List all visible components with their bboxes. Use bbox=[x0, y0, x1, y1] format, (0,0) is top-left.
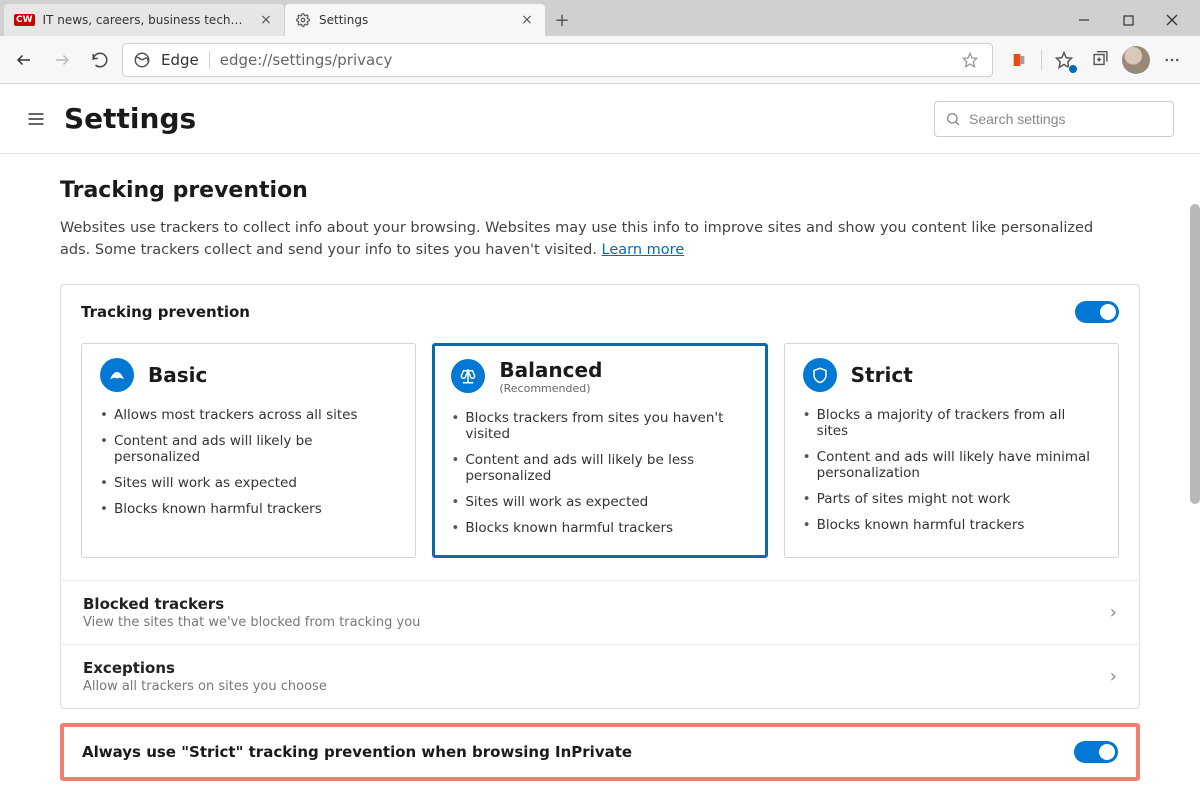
search-settings-input[interactable] bbox=[969, 111, 1163, 127]
level-bullets: Allows most trackers across all sites Co… bbox=[100, 402, 397, 522]
favorites-icon[interactable] bbox=[1050, 46, 1078, 74]
tracking-prevention-toggle[interactable] bbox=[1075, 301, 1119, 323]
bullet: Parts of sites might not work bbox=[803, 486, 1100, 512]
back-button[interactable] bbox=[8, 44, 40, 76]
inprivate-strict-label: Always use "Strict" tracking prevention … bbox=[82, 743, 1074, 761]
level-basic[interactable]: Basic Allows most trackers across all si… bbox=[81, 343, 416, 558]
balanced-icon bbox=[451, 359, 485, 393]
settings-page: Settings Tracking prevention Websites us… bbox=[0, 84, 1200, 800]
cw-favicon-icon: CW bbox=[14, 12, 35, 28]
url-text: edge://settings/privacy bbox=[220, 51, 952, 69]
new-tab-button[interactable]: + bbox=[546, 4, 578, 36]
scrollbar-thumb[interactable] bbox=[1190, 204, 1200, 504]
level-bullets: Blocks trackers from sites you haven't v… bbox=[451, 405, 748, 541]
favorite-star-icon[interactable] bbox=[962, 52, 982, 68]
card-header: Tracking prevention bbox=[61, 285, 1139, 339]
maximize-button[interactable] bbox=[1106, 4, 1150, 36]
bullet: Content and ads will likely be personali… bbox=[100, 428, 397, 470]
level-title: Balanced bbox=[499, 358, 602, 382]
card-title: Tracking prevention bbox=[81, 303, 1075, 321]
tab-label: Settings bbox=[319, 13, 511, 27]
bullet: Blocks trackers from sites you haven't v… bbox=[451, 405, 748, 447]
browser-window: CW IT news, careers, business technology… bbox=[0, 0, 1200, 800]
toolbar-right-icons bbox=[999, 46, 1192, 74]
chevron-right-icon: › bbox=[1110, 602, 1117, 623]
subrow-title: Exceptions bbox=[83, 659, 1110, 677]
gear-icon bbox=[295, 12, 311, 28]
forward-button[interactable] bbox=[46, 44, 78, 76]
bullet: Content and ads will likely have minimal… bbox=[803, 444, 1100, 486]
collections-icon[interactable] bbox=[1086, 46, 1114, 74]
divider bbox=[209, 51, 210, 69]
tab-strip: CW IT news, careers, business technology… bbox=[0, 4, 1062, 36]
chevron-right-icon: › bbox=[1110, 666, 1117, 687]
site-identity-icon[interactable] bbox=[133, 51, 151, 69]
level-strict[interactable]: Strict Blocks a majority of trackers fro… bbox=[784, 343, 1119, 558]
refresh-button[interactable] bbox=[84, 44, 116, 76]
level-subtitle: (Recommended) bbox=[499, 382, 602, 395]
level-balanced[interactable]: Balanced (Recommended) Blocks trackers f… bbox=[432, 343, 767, 558]
tracking-levels: Basic Allows most trackers across all si… bbox=[61, 339, 1139, 580]
separator bbox=[1041, 49, 1042, 71]
exceptions-row[interactable]: Exceptions Allow all trackers on sites y… bbox=[61, 644, 1139, 708]
toolbar: Edge edge://settings/privacy bbox=[0, 36, 1200, 84]
avatar bbox=[1122, 46, 1150, 74]
level-bullets: Blocks a majority of trackers from all s… bbox=[803, 402, 1100, 538]
learn-more-link[interactable]: Learn more bbox=[602, 242, 685, 258]
office-icon[interactable] bbox=[1005, 46, 1033, 74]
window-controls bbox=[1062, 4, 1200, 36]
bullet: Sites will work as expected bbox=[100, 470, 397, 496]
settings-body: Tracking prevention Websites use tracker… bbox=[0, 154, 1200, 800]
hamburger-icon[interactable] bbox=[26, 109, 46, 129]
blocked-trackers-row[interactable]: Blocked trackers View the sites that we'… bbox=[61, 580, 1139, 644]
tab-label: IT news, careers, business technology, r… bbox=[43, 13, 250, 27]
bullet: Allows most trackers across all sites bbox=[100, 402, 397, 428]
basic-icon bbox=[100, 358, 134, 392]
profile-button[interactable] bbox=[1122, 46, 1150, 74]
strict-icon bbox=[803, 358, 837, 392]
close-icon[interactable]: × bbox=[519, 12, 535, 28]
search-icon bbox=[945, 111, 961, 127]
address-bar[interactable]: Edge edge://settings/privacy bbox=[122, 43, 993, 77]
subrow-desc: View the sites that we've blocked from t… bbox=[83, 615, 1110, 630]
window-close-button[interactable] bbox=[1150, 4, 1194, 36]
close-icon[interactable]: × bbox=[258, 12, 274, 28]
section-title: Tracking prevention bbox=[60, 178, 1140, 203]
subrow-desc: Allow all trackers on sites you choose bbox=[83, 679, 1110, 694]
minimize-button[interactable] bbox=[1062, 4, 1106, 36]
tab-settings[interactable]: Settings × bbox=[285, 4, 545, 36]
titlebar: CW IT news, careers, business technology… bbox=[0, 0, 1200, 36]
tab-it-news[interactable]: CW IT news, careers, business technology… bbox=[4, 4, 284, 36]
bullet: Blocks known harmful trackers bbox=[451, 515, 748, 541]
inprivate-strict-toggle[interactable] bbox=[1074, 741, 1118, 763]
section-description: Websites use trackers to collect info ab… bbox=[60, 217, 1100, 262]
more-menu-button[interactable] bbox=[1158, 46, 1186, 74]
bullet: Blocks a majority of trackers from all s… bbox=[803, 402, 1100, 444]
search-settings-box[interactable] bbox=[934, 101, 1174, 137]
level-title: Strict bbox=[851, 363, 913, 387]
bullet: Content and ads will likely be less pers… bbox=[451, 447, 748, 489]
page-title: Settings bbox=[64, 102, 196, 135]
bullet: Blocks known harmful trackers bbox=[100, 496, 397, 522]
bullet: Sites will work as expected bbox=[451, 489, 748, 515]
site-name: Edge bbox=[161, 51, 199, 69]
subrow-title: Blocked trackers bbox=[83, 595, 1110, 613]
level-title: Basic bbox=[148, 363, 207, 387]
tracking-prevention-card: Tracking prevention Basic bbox=[60, 284, 1140, 709]
inprivate-strict-row: Always use "Strict" tracking prevention … bbox=[60, 723, 1140, 781]
bullet: Blocks known harmful trackers bbox=[803, 512, 1100, 538]
settings-header: Settings bbox=[0, 84, 1200, 154]
